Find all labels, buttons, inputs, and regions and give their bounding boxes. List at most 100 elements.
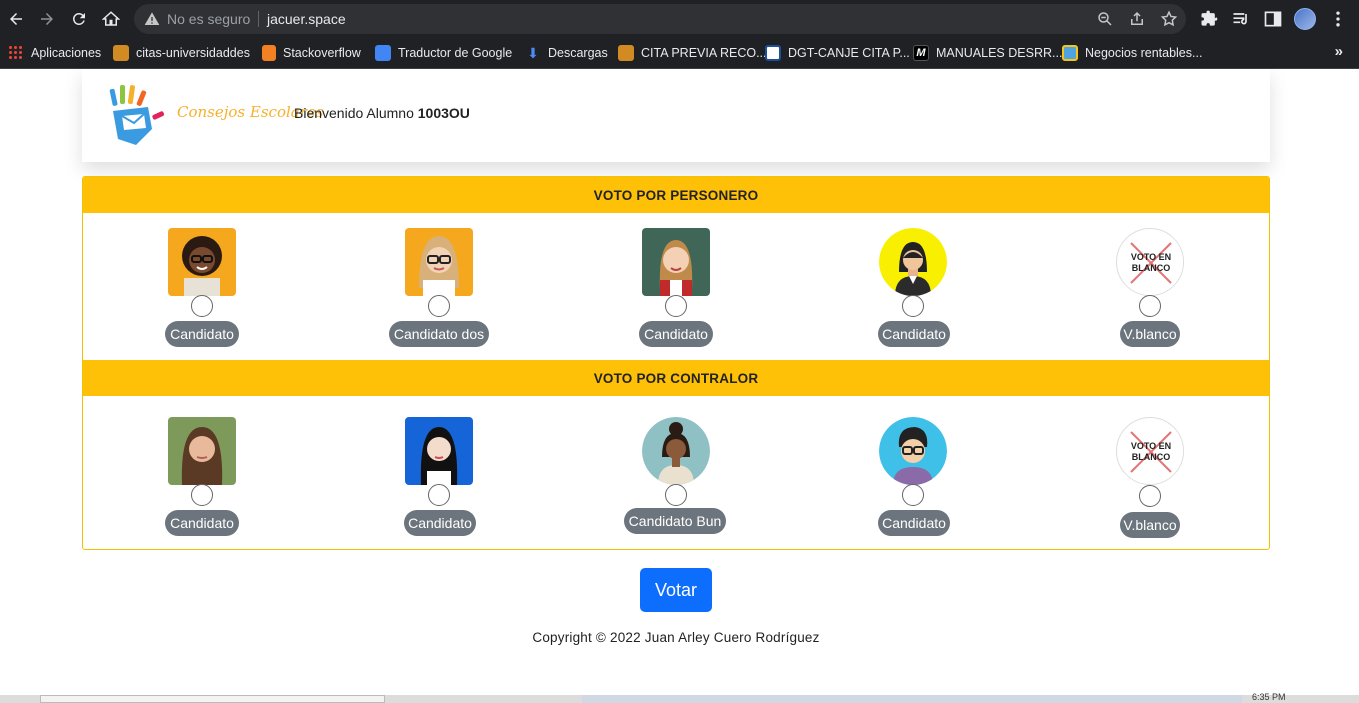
kebab-menu-icon[interactable] xyxy=(1328,9,1348,29)
stackoverflow-icon xyxy=(262,45,276,61)
home-icon[interactable] xyxy=(99,7,123,31)
candidate-radio[interactable] xyxy=(191,484,213,506)
side-panel-icon[interactable] xyxy=(1263,9,1283,29)
browser-toolbar: No es seguro jacuer.space xyxy=(0,0,1359,38)
bookmark-citas-universidaddes[interactable]: citas-universidaddes xyxy=(113,43,250,63)
forward-icon[interactable] xyxy=(35,7,59,31)
candidate-label: Candidato dos xyxy=(389,321,489,347)
taskbar-search-box[interactable] xyxy=(40,695,385,703)
m-logo-icon: M xyxy=(913,45,929,61)
blank-vote-line-2: BLANCO xyxy=(1132,452,1171,462)
address-divider xyxy=(258,11,259,27)
candidate-label: Candidato Bun xyxy=(624,508,726,534)
bookmarks-bar: Aplicaciones citas-universidaddes Stacko… xyxy=(0,38,1359,69)
bookmark-manuales[interactable]: M MANUALES DESRR... xyxy=(913,43,1062,63)
candidate-label: Candidato xyxy=(165,321,239,347)
footer-copyright: Copyright © 2022 Juan Arley Cuero Rodríg… xyxy=(532,630,820,645)
hand-logo-icon xyxy=(109,85,165,145)
bookmark-label: Negocios rentables... xyxy=(1085,46,1203,60)
candidate-label: Candidato xyxy=(165,510,239,536)
bookmark-dgt[interactable]: DGT-CANJE CITA P... xyxy=(765,43,910,63)
bookmark-negocios[interactable]: Negocios rentables... xyxy=(1062,43,1202,63)
dgt-icon xyxy=(765,45,781,61)
contralor-candidate-2[interactable]: Candidato xyxy=(374,417,504,537)
personero-candidate-4[interactable]: Candidato xyxy=(848,228,978,348)
ballot-form: VOTO POR PERSONERO Candidato Candidato d… xyxy=(82,176,1270,550)
candidate-radio[interactable] xyxy=(1139,485,1161,507)
girl-long-hair-photo xyxy=(168,417,236,485)
download-icon: ⬇ xyxy=(527,45,539,61)
candidate-radio[interactable] xyxy=(665,295,687,317)
section-contralor-title: VOTO POR CONTRALOR xyxy=(83,360,1269,396)
personero-blank-vote[interactable]: VOTO EN BLANCO V.blanco xyxy=(1085,228,1215,348)
address-bar[interactable]: No es seguro jacuer.space xyxy=(134,4,1186,34)
sun-icon xyxy=(1062,45,1078,61)
apps-grid-icon xyxy=(8,45,24,61)
folder-house-icon xyxy=(113,45,129,61)
extensions-icon[interactable] xyxy=(1199,9,1219,29)
bookmark-star-icon[interactable] xyxy=(1160,10,1178,28)
candidate-radio[interactable] xyxy=(428,295,450,317)
more-bookmarks-icon[interactable]: » xyxy=(1335,43,1343,60)
candidate-radio[interactable] xyxy=(1139,295,1161,317)
girl-braids-chalkboard-photo xyxy=(642,228,710,296)
vote-submit-button[interactable]: Votar xyxy=(640,568,712,612)
taskbar-clock: 6:35 PM xyxy=(1252,692,1286,702)
candidate-radio[interactable] xyxy=(665,484,687,506)
bookmark-label: DGT-CANJE CITA P... xyxy=(788,46,910,60)
candidate-label: V.blanco xyxy=(1120,321,1180,347)
bookmark-label: Stackoverflow xyxy=(283,46,361,60)
personero-candidate-1[interactable]: Candidato xyxy=(137,228,267,348)
blank-vote-line-1: VOTO EN xyxy=(1131,441,1171,451)
bookmark-aplicaciones[interactable]: Aplicaciones xyxy=(8,43,101,63)
contralor-candidate-1[interactable]: Candidato xyxy=(137,417,267,537)
security-label[interactable]: No es seguro xyxy=(167,11,250,27)
candidate-radio[interactable] xyxy=(902,484,924,506)
personero-candidate-2[interactable]: Candidato dos xyxy=(374,228,504,348)
reload-icon[interactable] xyxy=(67,7,91,31)
voto-en-blanco-icon: VOTO EN BLANCO xyxy=(1116,417,1184,485)
warning-icon[interactable] xyxy=(144,11,160,27)
bookmark-stackoverflow[interactable]: Stackoverflow xyxy=(262,43,361,63)
blank-vote-line-2: BLANCO xyxy=(1132,263,1171,273)
bookmark-label: CITA PREVIA RECO... xyxy=(641,46,767,60)
girl-blue-background-photo xyxy=(405,417,473,485)
woman-bun-avatar-icon xyxy=(642,417,710,485)
candidate-label: V.blanco xyxy=(1120,512,1180,538)
welcome-text: Bienvenido Alumno 1003OU xyxy=(294,105,470,121)
taskbar-apps[interactable] xyxy=(582,695,1242,703)
candidate-radio[interactable] xyxy=(191,295,213,317)
contralor-candidate-3[interactable]: Candidato Bun xyxy=(611,417,741,537)
voto-en-blanco-icon: VOTO EN BLANCO xyxy=(1116,228,1184,296)
share-icon[interactable] xyxy=(1128,10,1146,28)
student-code: 1003OU xyxy=(417,105,470,121)
bookmark-label: citas-universidaddes xyxy=(136,46,250,60)
girl-blonde-glasses-photo xyxy=(405,228,473,296)
url-text[interactable]: jacuer.space xyxy=(267,11,346,27)
welcome-prefix: Bienvenido Alumno xyxy=(294,105,414,121)
bookmark-cita-previa[interactable]: CITA PREVIA RECO... xyxy=(618,43,767,63)
bookmark-label: Descargas xyxy=(548,46,608,60)
google-translate-icon xyxy=(375,45,391,61)
back-icon[interactable] xyxy=(4,7,28,31)
girl-curly-hair-glasses-photo xyxy=(168,228,236,296)
candidate-label: Candidato xyxy=(639,321,713,347)
contralor-blank-vote[interactable]: VOTO EN BLANCO V.blanco xyxy=(1085,417,1215,538)
bookmark-label: MANUALES DESRR... xyxy=(936,46,1063,60)
profile-avatar[interactable] xyxy=(1294,8,1316,30)
candidate-radio[interactable] xyxy=(428,484,450,506)
candidate-radio[interactable] xyxy=(902,295,924,317)
woman-avatar-yellow-icon xyxy=(879,228,947,296)
bookmark-traductor[interactable]: Traductor de Google xyxy=(375,43,512,63)
zoom-icon[interactable] xyxy=(1096,10,1114,28)
candidate-label: Candidato xyxy=(878,321,950,347)
candidate-label: Candidato xyxy=(878,510,950,536)
contralor-candidate-4[interactable]: Candidato xyxy=(848,417,978,537)
candidate-label: Candidato xyxy=(404,510,476,536)
personero-candidate-3[interactable]: Candidato xyxy=(611,228,741,348)
bookmark-descargas[interactable]: ⬇ Descargas xyxy=(525,43,608,63)
os-taskbar: 6:35 PM xyxy=(0,692,1359,703)
page: Consejos Escolares Bienvenido Alumno 100… xyxy=(0,69,1359,695)
media-queue-icon[interactable] xyxy=(1231,9,1251,29)
folder-house-icon xyxy=(618,45,634,61)
